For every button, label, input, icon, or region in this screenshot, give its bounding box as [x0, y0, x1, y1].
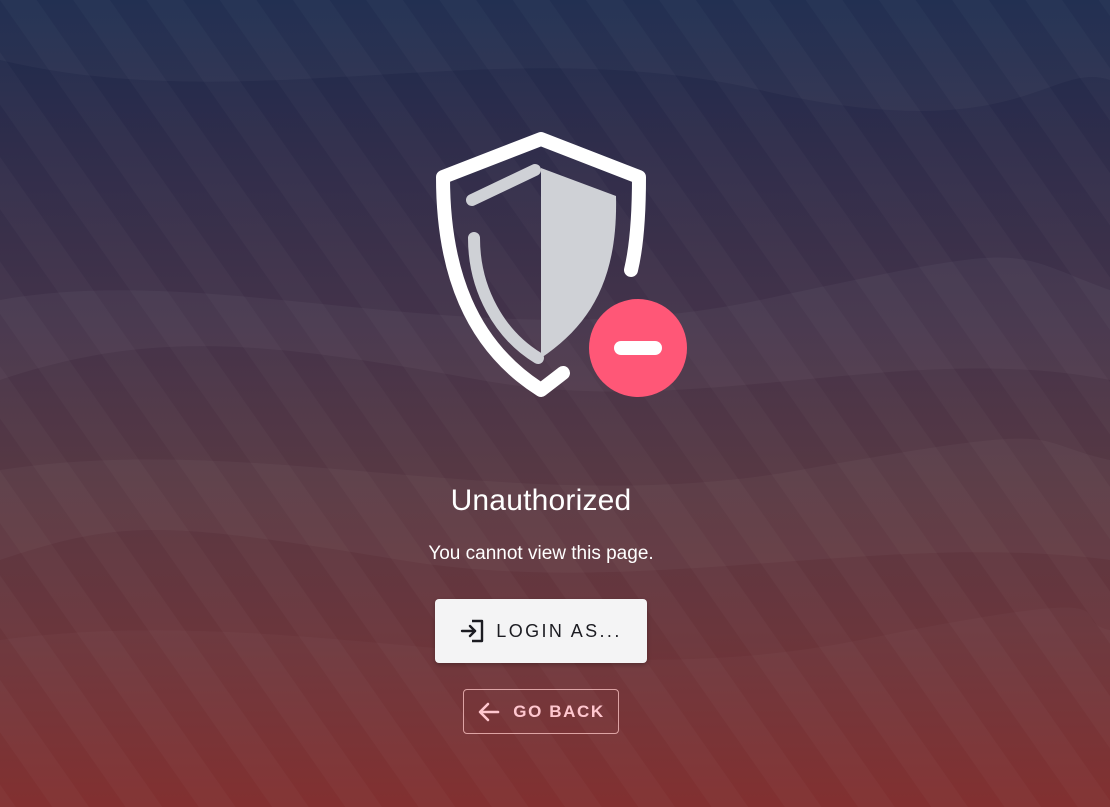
minus-circle-icon [589, 299, 687, 397]
go-back-button[interactable]: GO BACK [463, 689, 619, 734]
page-message: You cannot view this page. [428, 543, 654, 564]
shield-blocked-icon [436, 132, 687, 397]
arrow-left-icon [477, 700, 501, 724]
page-title: Unauthorized [450, 484, 632, 517]
login-as-label: LOGIN AS... [496, 620, 622, 641]
go-back-label: GO BACK [513, 701, 605, 721]
login-as-button[interactable]: LOGIN AS... [435, 599, 647, 663]
unauthorized-page: Unauthorized You cannot view this page. … [0, 0, 1110, 807]
content: Unauthorized You cannot view this page. … [0, 0, 1110, 807]
login-icon [460, 618, 486, 644]
